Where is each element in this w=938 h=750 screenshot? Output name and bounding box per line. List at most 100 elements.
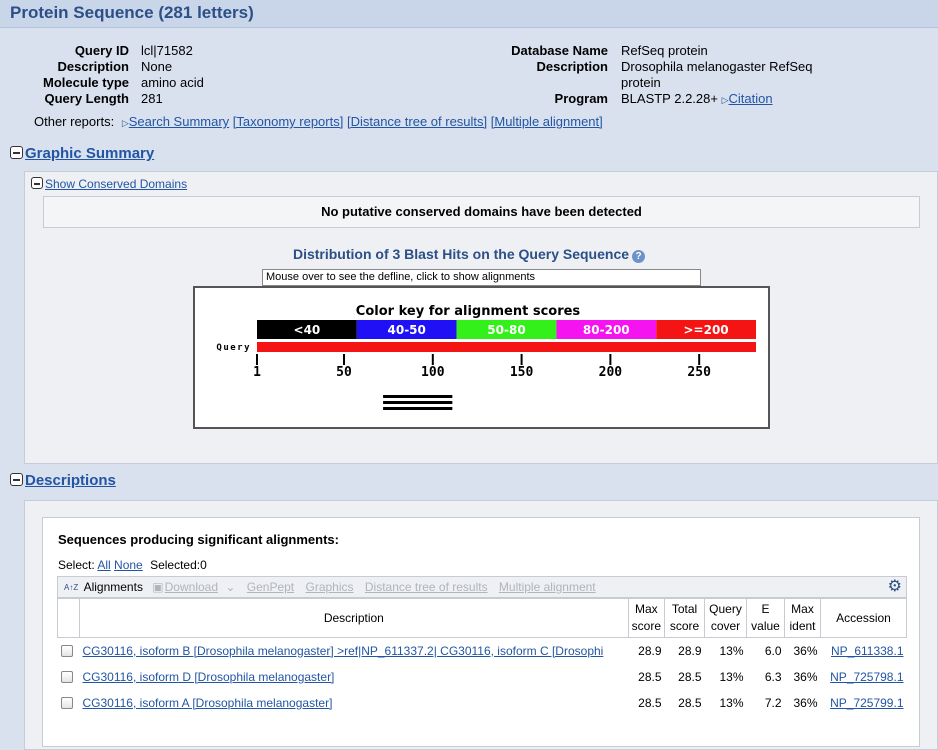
row-description-link[interactable]: CG30116, isoform A [Drosophila melanogas… bbox=[83, 696, 333, 710]
row-query-cover: 13% bbox=[719, 669, 744, 684]
collapse-icon[interactable] bbox=[10, 473, 23, 486]
description-column-header[interactable]: Description bbox=[79, 598, 629, 638]
accession-header-label: Accession bbox=[836, 610, 891, 625]
page-header: Protein Sequence (281 letters) bbox=[0, 0, 938, 28]
row-query-cover: 13% bbox=[719, 643, 744, 658]
query-length-value: 281 bbox=[141, 91, 163, 106]
select-all-link[interactable]: All bbox=[97, 558, 110, 572]
row-evalue: 7.2 bbox=[764, 695, 782, 710]
axis-tick-label: 50 bbox=[336, 365, 352, 380]
row-accession-link[interactable]: NP_725799.1 bbox=[830, 696, 903, 710]
axis-tick-label: 200 bbox=[599, 365, 623, 380]
graphic-summary-link[interactable]: Graphic Summary bbox=[25, 145, 154, 162]
evalue-header-line1: E bbox=[761, 602, 770, 616]
download-button[interactable]: Download bbox=[165, 580, 218, 594]
help-icon[interactable]: ? bbox=[632, 250, 646, 263]
row-max-score: 28.9 bbox=[638, 643, 662, 658]
show-conserved-domains: Show Conserved Domains bbox=[31, 177, 187, 191]
graphics-button[interactable]: Graphics bbox=[305, 580, 353, 594]
row-query-cover: 13% bbox=[719, 695, 744, 710]
row-description-link[interactable]: CG30116, isoform B [Drosophila melanogas… bbox=[83, 644, 604, 658]
program-value-group: BLASTP 2.2.28+ ▷Citation bbox=[621, 91, 773, 106]
other-reports: Other reports: ▷Search Summary [Taxonomy… bbox=[34, 114, 603, 129]
table-row: CG30116, isoform A [Drosophila melanogas… bbox=[58, 690, 907, 716]
accession-column-header[interactable]: Accession bbox=[820, 598, 907, 638]
distance-tree-button[interactable]: Distance tree of results bbox=[365, 580, 488, 594]
graphic-summary-heading: Graphic Summary bbox=[10, 145, 154, 162]
blast-hits-graphic[interactable]: Color key for alignment scores <40 40-50 50… bbox=[193, 286, 770, 429]
row-description-link[interactable]: CG30116, isoform D [Drosophila melanogas… bbox=[83, 670, 335, 684]
total-score-header-line1: Total bbox=[671, 602, 698, 616]
total-score-header-line2: score bbox=[669, 619, 700, 633]
color-key-label: >=200 bbox=[684, 323, 729, 337]
max-score-column-header[interactable]: Max score bbox=[627, 598, 666, 638]
results-toolbar: A↑Z Alignments ▣Download ⌄ GenPept Graph… bbox=[57, 576, 907, 598]
page-title: Protein Sequence (281 letters) bbox=[10, 3, 254, 22]
query-id-label: Query ID bbox=[74, 43, 129, 58]
program-value: BLASTP 2.2.28+ bbox=[621, 91, 718, 106]
query-cover-header-line1: Query bbox=[709, 602, 742, 616]
select-column-header bbox=[57, 598, 80, 638]
query-cover-header-line2: cover bbox=[710, 619, 741, 633]
descriptions-link[interactable]: Descriptions bbox=[25, 472, 116, 489]
selected-count: Selected:0 bbox=[150, 558, 207, 572]
database-label: Database Name bbox=[511, 43, 608, 58]
triangle-right-icon: ▷ bbox=[121, 118, 129, 128]
evalue-column-header[interactable]: Evalue bbox=[746, 598, 785, 638]
total-score-column-header[interactable]: Total score bbox=[664, 598, 705, 638]
hit-bar bbox=[383, 407, 453, 410]
database-value: RefSeq protein bbox=[621, 43, 708, 58]
show-conserved-domains-link[interactable]: Show Conserved Domains bbox=[45, 177, 187, 191]
row-checkbox[interactable] bbox=[60, 670, 73, 683]
table-header-row: Description Max score Total score Query cov… bbox=[57, 598, 907, 638]
multiple-alignment-link[interactable]: [Multiple alignment] bbox=[491, 114, 603, 129]
row-evalue: 6.3 bbox=[764, 669, 782, 684]
select-label: Select: bbox=[58, 558, 95, 572]
alignments-button[interactable]: Alignments bbox=[84, 580, 143, 594]
axis-tick-label: 1 bbox=[253, 365, 261, 380]
max-ident-header-line2: ident bbox=[789, 619, 816, 633]
color-key-label: <40 bbox=[294, 323, 321, 337]
query-cover-column-header[interactable]: Query cover bbox=[704, 598, 747, 638]
distance-tree-link[interactable]: [Distance tree of results] bbox=[347, 114, 487, 129]
gear-icon[interactable]: ⚙ bbox=[888, 577, 902, 597]
row-accession-link[interactable]: NP_611338.1 bbox=[831, 644, 904, 658]
chevron-down-icon: ⌄ bbox=[225, 580, 236, 594]
download-icon: ▣ bbox=[152, 580, 164, 594]
query-description-label: Description bbox=[57, 59, 129, 74]
no-domains-message: No putative conserved domains have been … bbox=[43, 196, 920, 228]
search-summary-link[interactable]: Search Summary bbox=[129, 114, 229, 129]
row-max-score: 28.5 bbox=[638, 695, 662, 710]
axis-tick-label: 150 bbox=[510, 365, 534, 380]
select-none-link[interactable]: None bbox=[114, 558, 143, 572]
hit-bar bbox=[383, 395, 453, 398]
db-description-line1: Drosophila melanogaster RefSeq bbox=[621, 59, 813, 74]
row-checkbox[interactable] bbox=[60, 644, 73, 657]
max-ident-header-line1: Max bbox=[791, 602, 814, 616]
taxonomy-reports-link[interactable]: [Taxonomy reports] bbox=[233, 114, 344, 129]
sort-icon[interactable]: A↑Z bbox=[64, 583, 78, 592]
row-max-score: 28.5 bbox=[638, 669, 662, 684]
results-table: Description Max score Total score Query cov… bbox=[57, 598, 907, 716]
collapse-icon[interactable] bbox=[10, 146, 23, 159]
citation-link[interactable]: Citation bbox=[729, 91, 773, 106]
axis-tick-label: 250 bbox=[687, 365, 711, 380]
description-header-label: Description bbox=[323, 610, 384, 625]
hit-bar bbox=[383, 401, 453, 404]
color-key-label: 40-50 bbox=[388, 323, 426, 337]
row-max-ident: 36% bbox=[793, 695, 818, 710]
row-checkbox[interactable] bbox=[60, 696, 73, 709]
defline-box: Mouse over to see the defline, click to … bbox=[262, 269, 701, 286]
row-total-score: 28.5 bbox=[678, 695, 702, 710]
color-key-label: 50-80 bbox=[487, 323, 525, 337]
collapse-icon[interactable] bbox=[31, 177, 43, 189]
descriptions-heading: Descriptions bbox=[10, 472, 116, 489]
multiple-alignment-button[interactable]: Multiple alignment bbox=[499, 580, 596, 594]
results-subtitle: Sequences producing significant alignmen… bbox=[58, 532, 339, 547]
max-ident-column-header[interactable]: Max ident bbox=[784, 598, 821, 638]
genpept-button[interactable]: GenPept bbox=[247, 580, 294, 594]
query-description-value: None bbox=[141, 59, 173, 74]
row-accession-link[interactable]: NP_725798.1 bbox=[830, 670, 903, 684]
query-bar bbox=[257, 342, 756, 352]
triangle-right-icon: ▷ bbox=[721, 95, 729, 105]
